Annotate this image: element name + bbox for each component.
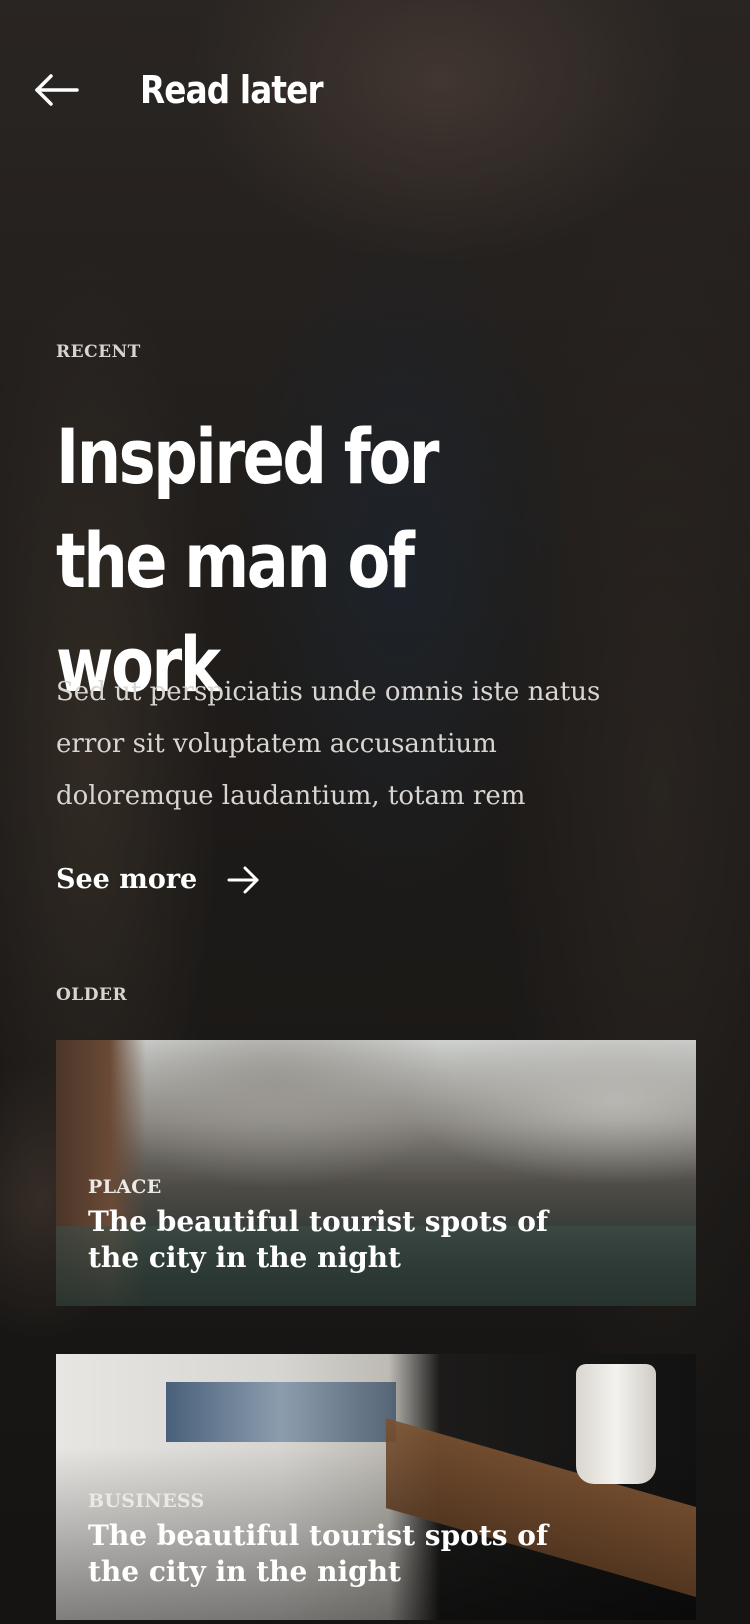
arrow-right-icon (227, 865, 263, 895)
back-button[interactable] (34, 67, 80, 113)
article-card[interactable]: BUSINESS The beautiful tourist spots of … (56, 1354, 696, 1620)
section-label-recent: RECENT (56, 342, 141, 362)
card-image-newspaper (166, 1382, 396, 1442)
card-text: BUSINESS The beautiful tourist spots of … (88, 1490, 608, 1590)
header: Read later (34, 60, 352, 120)
arrow-left-icon (35, 74, 79, 106)
read-later-screen: Read later RECENT Inspired for the man o… (0, 0, 750, 1624)
card-category: PLACE (88, 1176, 162, 1198)
page-title: Read later (140, 68, 324, 112)
card-category: BUSINESS (88, 1490, 205, 1512)
see-more-link[interactable]: See more (56, 864, 263, 895)
article-card[interactable]: PLACE The beautiful tourist spots of the… (56, 1040, 696, 1306)
featured-title-line-1: Inspired for (56, 412, 440, 501)
card-text: PLACE The beautiful tourist spots of the… (88, 1176, 608, 1276)
see-more-label: See more (56, 864, 198, 895)
card-title: The beautiful tourist spots of the city … (88, 1519, 548, 1588)
featured-description: Sed ut perspiciatis unde omnis iste natu… (56, 677, 601, 811)
card-image-cup (576, 1364, 656, 1484)
card-title: The beautiful tourist spots of the city … (88, 1205, 548, 1274)
section-label-older: OLDER (56, 985, 128, 1005)
